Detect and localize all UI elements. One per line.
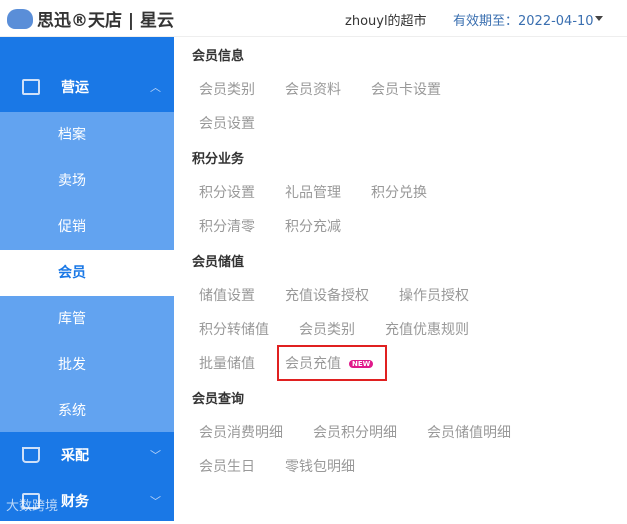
menu-link[interactable]: 充值设备授权: [285, 285, 369, 305]
menu-link-label: 批量储值: [199, 356, 255, 372]
menu-link-label: 积分转储值: [199, 322, 269, 338]
sidebar-subitem[interactable]: 批发: [0, 342, 174, 388]
menu-link[interactable]: 操作员授权: [399, 285, 469, 305]
sidebar-group-operations[interactable]: 营运 ︿: [0, 64, 174, 110]
section-title: 会员信息: [192, 49, 245, 64]
section-title: 会员储值: [192, 255, 245, 270]
menu-link[interactable]: 会员积分明细: [313, 422, 397, 442]
caret-down-icon[interactable]: [595, 16, 603, 21]
app-logo: 思迅®天店 | 星云: [7, 6, 174, 31]
menu-link-label: 积分清零: [199, 219, 255, 235]
menu-link-label: 会员充值: [285, 356, 341, 372]
sidebar-subitem[interactable]: 促销: [0, 204, 174, 250]
sidebar-subitem[interactable]: 库管: [0, 296, 174, 342]
sidebar-group-purchase[interactable]: 采配 ﹀: [0, 432, 174, 478]
top-header: 思迅®天店 | 星云 zhouyl的超市 有效期至：2022-04-10: [0, 0, 627, 37]
logo-text: 思迅®天店 | 星云: [37, 11, 175, 31]
sidebar: 营运 ︿ 档案 卖场 促销 会员 库管 批发 系统 采配 ﹀ 财务 ﹀: [0, 37, 174, 521]
group-label: 采配: [61, 448, 89, 464]
section-title: 会员查询: [192, 392, 245, 407]
menu-link-label: 礼品管理: [285, 185, 341, 201]
menu-link[interactable]: 积分转储值: [199, 319, 269, 339]
menu-link-label: 积分兑换: [371, 185, 427, 201]
expire-label: 有效期至：: [453, 14, 519, 29]
menu-link-label: 操作员授权: [399, 288, 469, 304]
menu-link[interactable]: 积分兑换: [371, 182, 427, 202]
menu-link[interactable]: 会员生日: [199, 456, 255, 476]
menu-link[interactable]: 会员设置: [199, 113, 255, 133]
menu-link-label: 积分设置: [199, 185, 255, 201]
menu-link-label: 会员资料: [285, 82, 341, 98]
menu-row: 批量储值 会员充值 NEW: [192, 345, 534, 381]
menu-link-label: 会员积分明细: [313, 425, 397, 441]
menu-row: 会员生日 零钱包明细: [192, 449, 534, 483]
expire-date: 2022-04-10: [518, 14, 594, 29]
sidebar-subitem[interactable]: 卖场: [0, 158, 174, 204]
group-label: 财务: [61, 494, 89, 510]
menu-link[interactable]: 充值优惠规则: [385, 319, 469, 339]
menu-link-label: 积分充减: [285, 219, 341, 235]
menu-link[interactable]: 会员资料: [285, 79, 341, 99]
menu-link[interactable]: 批量储值: [199, 353, 255, 373]
menu-link-label: 会员卡设置: [371, 82, 441, 98]
menu-row: 储值设置 充值设备授权 操作员授权: [192, 278, 534, 312]
menu-link[interactable]: 会员消费明细: [199, 422, 283, 442]
menu-link[interactable]: 积分设置: [199, 182, 255, 202]
menu-link[interactable]: 零钱包明细: [285, 456, 355, 476]
menu-link-label: 会员类别: [299, 322, 355, 338]
chevron-down-icon: ﹀: [150, 449, 161, 462]
menu-row: 积分转储值 会员类别 充值优惠规则: [192, 312, 534, 346]
chevron-up-icon: ︿: [150, 81, 161, 94]
store-name[interactable]: zhouyl的超市: [345, 10, 427, 29]
menu-link[interactable]: 会员卡设置: [371, 79, 441, 99]
menu-row: 积分清零 积分充减: [192, 209, 534, 243]
submenu: 档案 卖场 促销 会员 库管 批发 系统: [0, 112, 174, 432]
chevron-down-icon: ﹀: [150, 495, 161, 508]
menu-content: 会员信息会员类别 会员资料 会员卡设置会员设置积分业务积分设置 礼品管理 积分兑换积分清…: [192, 37, 534, 483]
menu-link[interactable]: 积分清零: [199, 216, 255, 236]
menu-row: 会员类别 会员资料 会员卡设置: [192, 72, 534, 106]
menu-row: 会员消费明细 会员积分明细 会员储值明细: [192, 415, 534, 449]
watermark: 大数跨境: [6, 499, 59, 514]
section-title: 积分业务: [192, 152, 245, 167]
menu-link-label: 充值优惠规则: [385, 322, 469, 338]
menu-link[interactable]: 会员类别: [299, 319, 355, 339]
group-label: 营运: [61, 80, 89, 96]
sidebar-subitem[interactable]: 系统: [0, 388, 174, 434]
sidebar-subitem[interactable]: 档案: [0, 112, 174, 158]
menu-link-label: 会员设置: [199, 116, 255, 132]
cloud-cart-icon: [7, 8, 33, 29]
menu-link-label: 零钱包明细: [285, 459, 355, 475]
menu-link[interactable]: 礼品管理: [285, 182, 341, 202]
menu-link-label: 会员生日: [199, 459, 255, 475]
menu-link[interactable]: 储值设置: [199, 285, 255, 305]
expire-info[interactable]: 有效期至：2022-04-10: [453, 10, 594, 29]
sidebar-subitem[interactable]: 会员: [0, 250, 174, 296]
menu-link-label: 会员消费明细: [199, 425, 283, 441]
menu-link-label: 会员储值明细: [427, 425, 511, 441]
new-badge: NEW: [349, 360, 374, 368]
cart-icon: [22, 447, 40, 463]
menu-link[interactable]: 会员储值明细: [427, 422, 511, 442]
menu-link-label: 充值设备授权: [285, 288, 369, 304]
menu-row: 积分设置 礼品管理 积分兑换: [192, 175, 534, 209]
menu-link-label: 会员类别: [199, 82, 255, 98]
menu-link-label: 储值设置: [199, 288, 255, 304]
menu-link[interactable]: 会员类别: [199, 79, 255, 99]
chart-icon: [22, 79, 40, 95]
menu-link[interactable]: 会员充值 NEW: [276, 345, 388, 381]
menu-link[interactable]: 积分充减: [285, 216, 341, 236]
menu-row: 会员设置: [192, 106, 534, 140]
